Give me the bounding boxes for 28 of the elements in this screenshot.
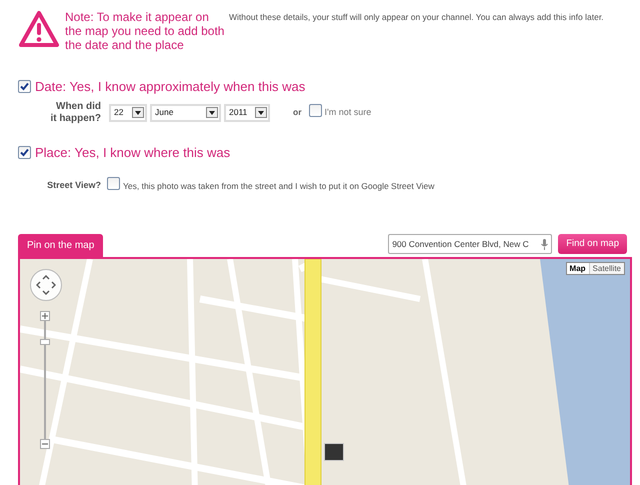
zoom-slider-handle[interactable] [40,339,50,345]
map-tab[interactable]: Pin on the map [18,234,104,257]
date-question: When did it happen? [49,100,101,124]
place-checkbox[interactable] [18,146,31,159]
date-checkbox[interactable] [18,80,31,94]
zoom-in-icon[interactable] [40,311,50,321]
caret-icon [132,107,144,118]
note-title: Note: To make it appear on the map you need to add both the date and the place [65,10,225,52]
place-heading: Place: Yes, I know where this was [35,144,230,162]
not-sure-checkbox[interactable] [308,104,322,116]
street-view-checkbox[interactable] [107,177,120,190]
caret-icon [206,107,218,118]
dropdown[interactable]: 22 [109,104,147,122]
address-field[interactable]: 900 Convention Center Blvd, New C [388,234,552,254]
dropdown[interactable]: 2011 [224,104,270,122]
street-view-question: Street View? [46,179,101,192]
or-label: or [293,106,302,119]
street-view-label: Yes, this photo was taken from the street and I wish to put it on Google Street View [123,180,434,192]
microphone-icon[interactable] [541,238,548,250]
zoom-out-icon[interactable] [40,439,50,449]
dropdown[interactable]: June [150,104,221,122]
caret-icon [255,107,267,118]
map-type-button[interactable]: Satellite [588,263,624,274]
date-heading: Date: Yes, I know approximately when this was [35,78,306,96]
find-on-map-button[interactable]: Find on map [558,234,627,254]
note-text: Without these details, your stuff will only appear on your channel. You can always add this info later. [229,11,605,23]
not-sure-label: I'm not sure [324,106,372,119]
warning-icon [18,10,60,48]
